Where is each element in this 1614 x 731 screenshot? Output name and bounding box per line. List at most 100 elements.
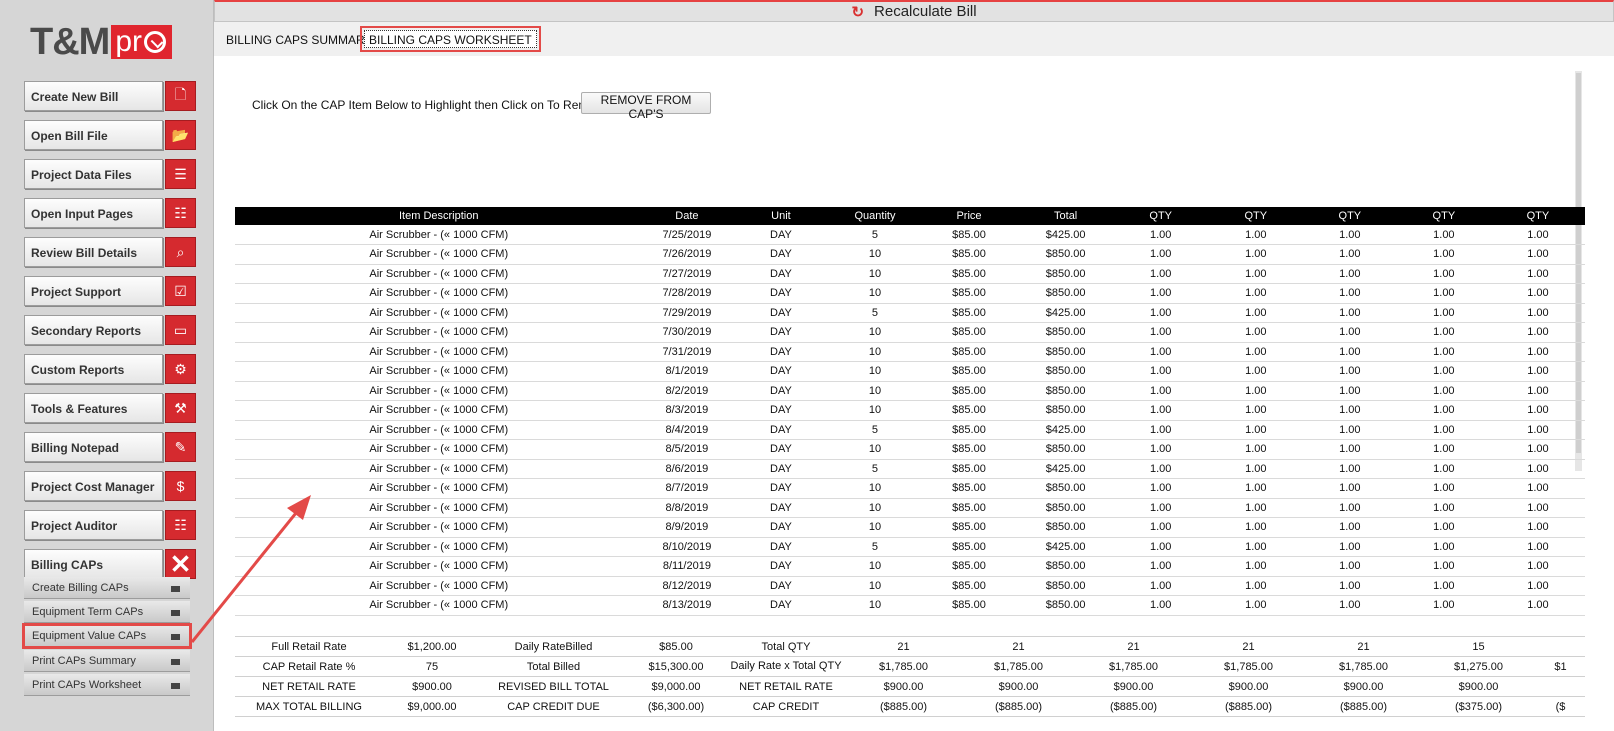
dollar-document-icon[interactable]: $ (165, 471, 196, 501)
sidebar-item-billing-caps[interactable]: Billing CAPs ✕ (24, 549, 196, 579)
table-row[interactable]: Air Scrubber - (« 1000 CFM) 8/13/2019 DAY 1… (235, 595, 1585, 616)
submenu-item-print-caps-summary[interactable]: Print CAPs Summary (24, 650, 190, 672)
table-cell: 1.00 (1112, 459, 1209, 479)
table-row[interactable]: Air Scrubber - (« 1000 CFM) 8/12/2019 DAY 1… (235, 576, 1585, 596)
table-row[interactable]: Air Scrubber - (« 1000 CFM) 8/10/2019 DAY 5… (235, 537, 1585, 557)
sidebar-item-review-bill-details[interactable]: Review Bill Details ⌕ (24, 237, 196, 267)
table-cell: 8/3/2019 (642, 400, 732, 421)
sidebar-item-tools-features[interactable]: Tools & Features ⚒ (24, 393, 196, 423)
table-cell: 1.00 (1490, 576, 1585, 596)
sidebar-item-label[interactable]: Project Data Files (24, 159, 163, 189)
column-header[interactable]: Quantity (830, 207, 920, 225)
sidebar-item-label[interactable]: Open Bill File (24, 120, 163, 150)
table-cell: 1.00 (1396, 342, 1491, 362)
table-row[interactable]: Air Scrubber - (« 1000 CFM) 7/29/2019 DAY 5… (235, 303, 1585, 323)
sidebar-item-create-new-bill[interactable]: Create New Bill 🗋 (24, 81, 196, 111)
column-header[interactable]: Total (1018, 207, 1113, 225)
sidebar-item-label[interactable]: Billing Notepad (24, 432, 163, 462)
sidebar-item-custom-reports[interactable]: Custom Reports ⚙ (24, 354, 196, 384)
sidebar-item-label[interactable]: Project Cost Manager (24, 471, 163, 501)
table-cell: $425.00 (1018, 537, 1113, 557)
sidebar-item-label[interactable]: Billing CAPs (24, 549, 163, 579)
table-row[interactable]: Air Scrubber - (« 1000 CFM) 7/26/2019 DAY 1… (235, 244, 1585, 265)
table-row[interactable]: Air Scrubber - (« 1000 CFM) 8/8/2019 DAY 10… (235, 498, 1585, 518)
recalculate-bill-bar[interactable]: ↻ Recalculate Bill (214, 0, 1614, 22)
report-icon[interactable]: ▭ (165, 315, 196, 345)
table-cell: 5 (830, 420, 920, 440)
table-cell: DAY (731, 420, 831, 440)
sidebar-item-label[interactable]: Open Input Pages (24, 198, 163, 228)
column-header[interactable]: QTY (1208, 207, 1303, 225)
table-cell: $85.00 (919, 361, 1019, 382)
sidebar-item-open-bill-file[interactable]: Open Bill File 📂 (24, 120, 196, 150)
tab-billing-caps-summary[interactable]: BILLING CAPS SUMMARY (220, 30, 378, 51)
table-cell: 1.00 (1396, 420, 1491, 440)
table-row[interactable]: Air Scrubber - (« 1000 CFM) 8/6/2019 DAY 5 $… (235, 459, 1585, 479)
remove-from-caps-button[interactable]: REMOVE FROM CAP'S (581, 92, 711, 121)
table-cell: 1.00 (1112, 498, 1209, 518)
tools-icon[interactable]: ⚒ (165, 393, 196, 423)
sidebar-item-project-support[interactable]: Project Support ☑ (24, 276, 196, 306)
sidebar-item-billing-notepad[interactable]: Billing Notepad ✎ (24, 432, 196, 462)
sidebar-item-project-cost-manager[interactable]: Project Cost Manager $ (24, 471, 196, 501)
table-cell: Air Scrubber - (« 1000 CFM) (235, 264, 643, 284)
sidebar-item-project-data-files[interactable]: Project Data Files ☰ (24, 159, 196, 189)
submenu-item-equipment-term-caps[interactable]: Equipment Term CAPs (24, 601, 190, 623)
table-cell: Air Scrubber - (« 1000 CFM) (235, 595, 643, 616)
close-icon[interactable]: ✕ (165, 549, 196, 579)
table-row[interactable]: Air Scrubber - (« 1000 CFM) 8/7/2019 DAY 10… (235, 478, 1585, 499)
calculator-icon[interactable]: ☷ (165, 510, 196, 540)
tab-billing-caps-worksheet[interactable]: BILLING CAPS WORKSHEET (360, 26, 541, 52)
sidebar-item-label[interactable]: Custom Reports (24, 354, 163, 384)
sidebar-item-open-input-pages[interactable]: Open Input Pages ☷ (24, 198, 196, 228)
table-cell: $85.00 (919, 225, 1019, 245)
table-cell: 1.00 (1490, 361, 1585, 382)
table-row[interactable]: Air Scrubber - (« 1000 CFM) 7/30/2019 DAY 1… (235, 322, 1585, 343)
column-header[interactable]: Item Description (235, 207, 643, 225)
table-row[interactable]: Air Scrubber - (« 1000 CFM) 8/3/2019 DAY 10… (235, 400, 1585, 421)
column-header[interactable]: QTY (1112, 207, 1209, 225)
notepad-icon[interactable]: ✎ (165, 432, 196, 462)
folder-open-icon[interactable]: 📂 (165, 120, 196, 150)
column-header[interactable]: QTY (1490, 207, 1585, 225)
table-row[interactable]: Air Scrubber - (« 1000 CFM) 7/25/2019 DAY 5… (235, 225, 1585, 245)
sidebar-item-secondary-reports[interactable]: Secondary Reports ▭ (24, 315, 196, 345)
list-icon[interactable]: ☰ (165, 159, 196, 189)
sidebar-item-label[interactable]: Tools & Features (24, 393, 163, 423)
table-cell: 1.00 (1302, 303, 1397, 323)
table-row[interactable]: Air Scrubber - (« 1000 CFM) 8/11/2019 DAY 1… (235, 556, 1585, 577)
table-cell: 1.00 (1302, 381, 1397, 401)
column-header[interactable]: QTY (1302, 207, 1397, 225)
column-header[interactable]: Price (919, 207, 1019, 225)
sidebar-item-label[interactable]: Review Bill Details (24, 237, 163, 267)
table-row[interactable]: Air Scrubber - (« 1000 CFM) 8/5/2019 DAY 10… (235, 439, 1585, 460)
sidebar-item-label[interactable]: Project Support (24, 276, 163, 306)
magnify-document-icon[interactable]: ⌕ (165, 237, 196, 267)
table-row[interactable]: Air Scrubber - (« 1000 CFM) 8/2/2019 DAY 10… (235, 381, 1585, 401)
gear-document-icon[interactable]: ⚙ (165, 354, 196, 384)
sidebar-item-label[interactable]: Secondary Reports (24, 315, 163, 345)
table-cell: 8/6/2019 (642, 459, 732, 479)
summary-cell: NET RETAIL RATE (235, 676, 383, 697)
table-row[interactable]: Air Scrubber - (« 1000 CFM) 8/1/2019 DAY 10… (235, 361, 1585, 382)
table-row[interactable]: Air Scrubber - (« 1000 CFM) 8/4/2019 DAY 5 $… (235, 420, 1585, 440)
new-document-icon[interactable]: 🗋 (165, 81, 196, 111)
sidebar-item-project-auditor[interactable]: Project Auditor ☷ (24, 510, 196, 540)
submenu-item-equipment-value-caps[interactable]: Equipment Value CAPs (22, 623, 192, 649)
summary-row: CAP Retail Rate % 75 Total Billed $15,300.0… (235, 656, 1585, 677)
summary-cell: $900.00 (846, 676, 961, 697)
table-row[interactable]: Air Scrubber - (« 1000 CFM) 7/31/2019 DAY 1… (235, 342, 1585, 362)
table-cell: 1.00 (1490, 517, 1585, 538)
column-header[interactable]: Date (642, 207, 732, 225)
sidebar-item-label[interactable]: Project Auditor (24, 510, 163, 540)
pages-icon[interactable]: ☷ (165, 198, 196, 228)
checklist-icon[interactable]: ☑ (165, 276, 196, 306)
table-row[interactable]: Air Scrubber - (« 1000 CFM) 7/27/2019 DAY 1… (235, 264, 1585, 284)
column-header[interactable]: QTY (1396, 207, 1491, 225)
sidebar-item-label[interactable]: Create New Bill (24, 81, 163, 111)
submenu-item-create-billing-caps[interactable]: Create Billing CAPs (24, 577, 190, 599)
table-row[interactable]: Air Scrubber - (« 1000 CFM) 7/28/2019 DAY 1… (235, 283, 1585, 304)
table-row[interactable]: Air Scrubber - (« 1000 CFM) 8/9/2019 DAY 10… (235, 517, 1585, 538)
submenu-item-print-caps-worksheet[interactable]: Print CAPs Worksheet (24, 674, 190, 696)
column-header[interactable]: Unit (731, 207, 831, 225)
